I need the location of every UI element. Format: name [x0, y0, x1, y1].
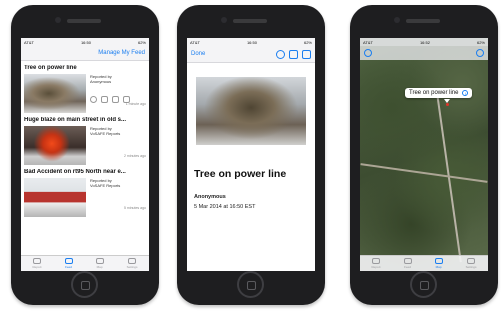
manage-feed-link[interactable]: Manage My Feed	[98, 50, 145, 56]
detail-photo[interactable]	[196, 77, 306, 145]
info-icon[interactable]	[476, 49, 484, 57]
info-icon[interactable]: i	[462, 90, 469, 96]
reporter-name: Anonymous	[90, 79, 112, 84]
share-icon[interactable]	[112, 96, 119, 103]
reporter-name: VoSAFE Reports	[90, 131, 121, 136]
gear-icon	[467, 258, 476, 264]
upload-icon[interactable]	[289, 49, 298, 59]
map-callout[interactable]: Tree on power line i	[405, 88, 473, 98]
reporter-name: VoSAFE Reports	[90, 183, 121, 188]
phone-detail: AT&T 16:50 62% Done Tree on power line A…	[177, 5, 325, 305]
feed-item-time: 1 minute ago	[125, 102, 146, 106]
tab-label: Report	[32, 265, 42, 269]
feed-item-meta: Reported by VoSAFE Reports 2 minutes ago	[86, 126, 146, 165]
feed-item-time: 5 minutes ago	[124, 206, 146, 210]
feed-item-photo[interactable]	[24, 126, 86, 165]
feed-list: Tree on power line Reported by Anonymous…	[21, 65, 149, 217]
tab-settings[interactable]: Settings	[465, 258, 477, 269]
location-arrow-icon[interactable]	[364, 49, 372, 57]
status-time: 16:50	[80, 39, 91, 45]
battery: 62%	[137, 39, 146, 45]
feed-item-photo[interactable]	[24, 74, 86, 113]
globe-icon[interactable]	[90, 96, 97, 103]
status-bar: AT&T 16:50 62%	[21, 38, 149, 46]
camera	[55, 17, 61, 23]
tab-feed[interactable]: Feed	[64, 258, 73, 269]
tab-bar: Report Feed Map Settings	[21, 255, 149, 271]
tab-feed[interactable]: Feed	[403, 258, 412, 269]
camera	[394, 17, 400, 23]
callout-title: Tree on power line	[409, 90, 459, 96]
satellite-map[interactable]	[360, 38, 488, 271]
detail-nav-actions	[276, 49, 311, 59]
feed-screen: AT&T 16:50 62% Manage My Feed Tree on po…	[21, 38, 149, 271]
tab-label: Map	[96, 265, 103, 269]
alert-icon[interactable]	[101, 96, 108, 103]
status-bar: AT&T 16:52 62%	[360, 38, 488, 46]
home-button[interactable]	[71, 271, 98, 298]
feed-item[interactable]: Huge blaze on main street in old s... Re…	[24, 117, 146, 165]
status-bar: AT&T 16:50 62%	[187, 38, 315, 46]
speaker	[406, 19, 440, 23]
tab-label: Feed	[404, 265, 411, 269]
detail-screen: AT&T 16:50 62% Done Tree on power line A…	[187, 38, 315, 271]
feed-item-body: Reported by Anonymous 1 minute ago	[24, 74, 146, 113]
feed-item-body: Reported by VoSAFE Reports 5 minutes ago	[24, 178, 146, 217]
detail-date: 5 Mar 2014 at 16:50 EST	[194, 204, 256, 210]
feed-item-title[interactable]: Bad Accident on rt95 North near e...	[24, 169, 146, 175]
share-icon[interactable]	[302, 49, 311, 59]
tab-label: Settings	[126, 265, 138, 269]
carrier: AT&T	[363, 39, 373, 45]
tab-label: Map	[435, 265, 442, 269]
status-time: 16:50	[246, 39, 257, 45]
battery: 62%	[303, 39, 312, 45]
feed-item-title[interactable]: Huge blaze on main street in old s...	[24, 117, 146, 123]
feed-item[interactable]: Tree on power line Reported by Anonymous…	[24, 65, 146, 113]
status-time: 16:52	[419, 39, 430, 45]
feed-item-photo[interactable]	[24, 178, 86, 217]
phone-feed: AT&T 16:50 62% Manage My Feed Tree on po…	[11, 5, 159, 305]
map-pin-icon[interactable]	[446, 103, 449, 106]
home-button[interactable]	[410, 271, 437, 298]
feed-item-title[interactable]: Tree on power line	[24, 65, 146, 71]
gear-icon	[128, 258, 137, 264]
tab-map[interactable]: Map	[95, 258, 104, 269]
speaker	[233, 19, 267, 23]
tab-label: Settings	[465, 265, 477, 269]
globe-icon[interactable]	[276, 49, 285, 59]
home-icon	[64, 258, 73, 264]
feed-item-meta: Reported by VoSAFE Reports 5 minutes ago	[86, 178, 146, 217]
home-button[interactable]	[237, 271, 264, 298]
tab-label: Report	[371, 265, 381, 269]
detail-author: Anonymous	[194, 194, 226, 200]
detail-title: Tree on power line	[194, 168, 287, 180]
carrier: AT&T	[24, 39, 34, 45]
tab-settings[interactable]: Settings	[126, 258, 138, 269]
tab-label: Feed	[65, 265, 72, 269]
camera-icon	[33, 258, 42, 264]
map-screen: AT&T 16:52 62% Tree on power line i Repo…	[360, 38, 488, 271]
home-icon	[403, 258, 412, 264]
feed-item-body: Reported by VoSAFE Reports 2 minutes ago	[24, 126, 146, 165]
globe-icon	[95, 258, 104, 264]
globe-icon	[434, 258, 443, 264]
feed-item[interactable]: Bad Accident on rt95 North near e... Rep…	[24, 169, 146, 217]
map-navbar	[360, 46, 488, 60]
phone-map: AT&T 16:52 62% Tree on power line i Repo…	[350, 5, 498, 305]
tab-map[interactable]: Map	[434, 258, 443, 269]
detail-navbar: Done	[187, 46, 315, 63]
speaker	[67, 19, 101, 23]
feed-item-time: 2 minutes ago	[124, 154, 146, 158]
feed-navbar: Manage My Feed	[21, 46, 149, 61]
camera	[221, 17, 227, 23]
battery: 62%	[476, 39, 485, 45]
feed-item-meta: Reported by Anonymous 1 minute ago	[86, 74, 146, 113]
camera-icon	[372, 258, 381, 264]
done-button[interactable]: Done	[191, 51, 205, 57]
tab-report[interactable]: Report	[372, 258, 381, 269]
tab-report[interactable]: Report	[33, 258, 42, 269]
tab-bar: Report Feed Map Settings	[360, 255, 488, 271]
carrier: AT&T	[190, 39, 200, 45]
